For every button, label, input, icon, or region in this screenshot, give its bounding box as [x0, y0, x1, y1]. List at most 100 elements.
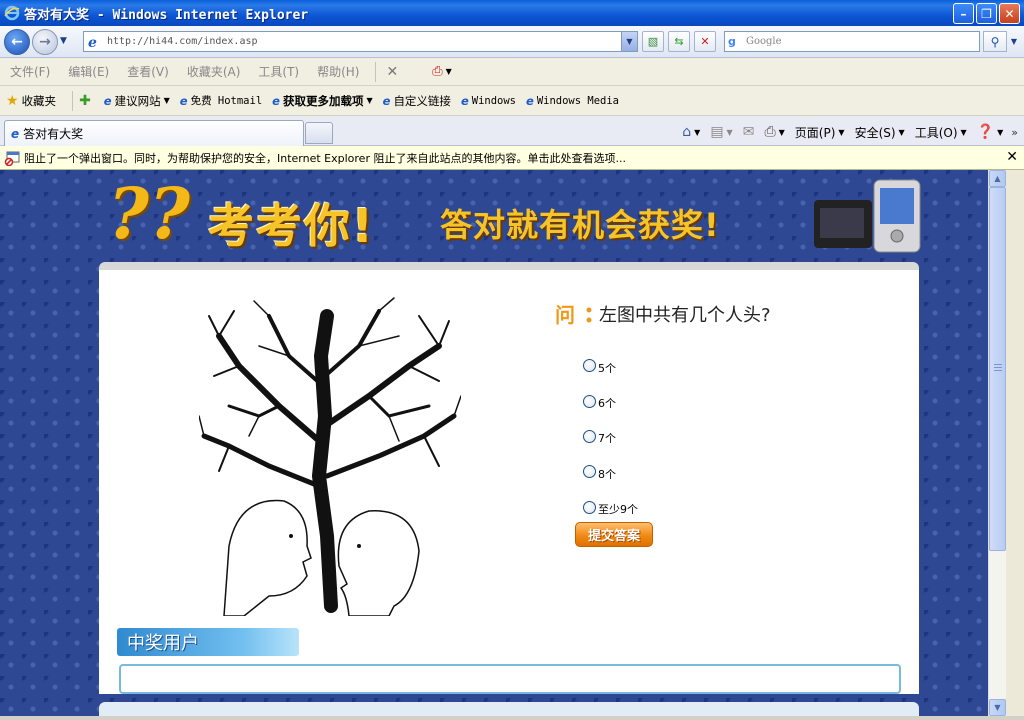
window-title: 答对有大奖 - Windows Internet Explorer	[24, 7, 309, 23]
feeds-button[interactable]: ▤ ▼	[710, 124, 732, 140]
tools-menu[interactable]: 工具(O) ▼	[915, 124, 967, 141]
answer-option[interactable]: 5个	[583, 348, 638, 383]
question: 问 左图中共有几个人头?	[555, 300, 771, 328]
back-button[interactable]: ←	[4, 29, 30, 55]
radio-option-9-plus[interactable]	[583, 500, 596, 514]
pdf-icon[interactable]: ⎙	[432, 64, 442, 79]
google-icon: g	[728, 34, 736, 48]
answer-option[interactable]: 7个	[583, 419, 638, 454]
stop-button[interactable]: ✕	[694, 31, 716, 52]
fav-free-hotmail[interactable]: e 免费 Hotmail	[180, 93, 262, 108]
radio-option-8[interactable]	[583, 465, 596, 479]
magnifier-icon: ⚲	[990, 34, 1000, 49]
recent-pages-dropdown[interactable]: ▼	[60, 36, 67, 46]
radio-option-6[interactable]	[583, 394, 596, 408]
answer-options: 5个 6个 7个 8个 至少9个	[583, 348, 638, 525]
search-options-dropdown[interactable]: ▼	[1008, 31, 1020, 52]
menu-separator	[375, 61, 377, 82]
mail-button[interactable]: ✉	[743, 124, 755, 140]
grip-icon	[994, 364, 1002, 372]
command-bar: ⌂ ▼ ▤ ▼ ✉ ⎙ ▼ 页面(P) ▼ 安全(S) ▼ 工具(O) ▼ ❓ ▼ »	[672, 122, 1018, 142]
printer-icon: ⎙	[764, 124, 776, 140]
ie-page-icon: e	[460, 93, 469, 108]
popup-blocked-icon	[4, 151, 20, 166]
address-url: http://hi44.com/index.asp	[107, 36, 258, 47]
menu-file[interactable]: 文件(F)	[10, 63, 50, 80]
radio-option-7[interactable]	[583, 429, 596, 443]
answer-option[interactable]: 6个	[583, 383, 638, 418]
winners-list	[119, 664, 901, 694]
refresh-button[interactable]: ⇆	[668, 31, 690, 52]
phone-image	[814, 179, 921, 253]
chevron-down-icon: ▼	[778, 127, 785, 137]
scroll-thumb[interactable]	[989, 187, 1006, 551]
search-button[interactable]: ⚲	[983, 31, 1007, 52]
information-bar[interactable]: 阻止了一个弹出窗口。同时，为帮助保护您的安全，Internet Explorer…	[0, 146, 1024, 170]
menu-view[interactable]: 查看(V)	[127, 63, 169, 80]
favorites-bar: ★ 收藏夹 ✚ e 建议网站 ▼ e 免费 Hotmail e 获取更多加载项 …	[0, 86, 1024, 116]
arrow-right-icon: →	[39, 34, 51, 50]
new-tab-button[interactable]	[305, 122, 333, 144]
print-button[interactable]: ⎙ ▼	[764, 124, 784, 140]
ie-logo-icon	[4, 5, 20, 21]
fav-windows-label: Windows	[471, 94, 517, 107]
fav-windows-media[interactable]: e Windows Media	[526, 94, 619, 108]
more-commands-button[interactable]: »	[1011, 126, 1018, 139]
compatibility-view-button[interactable]: ▧	[642, 31, 664, 52]
maximize-button[interactable]: ❐	[976, 3, 997, 24]
ie-page-icon: e	[179, 93, 188, 108]
svg-text:问: 问	[555, 303, 575, 327]
menu-tools[interactable]: 工具(T)	[258, 63, 299, 80]
minimize-button[interactable]: –	[953, 3, 974, 24]
tab-label: 答对有大奖	[23, 127, 84, 141]
address-bar[interactable]: e http://hi44.com/index.asp ▼	[83, 31, 638, 52]
menu-help[interactable]: 帮助(H)	[317, 63, 359, 80]
menu-edit[interactable]: 编辑(E)	[68, 63, 109, 80]
option-label: 7个	[598, 432, 616, 446]
fav-custom-links-label: 自定义链接	[393, 93, 451, 108]
chevron-down-icon: ▼	[997, 127, 1004, 137]
close-info-bar-icon[interactable]: ✕	[1006, 149, 1018, 165]
safety-menu[interactable]: 安全(S) ▼	[855, 124, 905, 141]
arrow-left-icon: ←	[11, 34, 23, 50]
vertical-scrollbar[interactable]: ▲ ▼	[988, 170, 1006, 716]
scroll-up-button[interactable]: ▲	[989, 170, 1006, 187]
quiz-panel: 问 左图中共有几个人头? 5个 6个 7个 8个 至少9个 提交答案 中奖用户	[99, 262, 919, 694]
favorites-button[interactable]: ★ 收藏夹	[6, 93, 56, 109]
forward-button[interactable]: →	[32, 29, 58, 55]
chevron-down-icon: ▼	[726, 127, 733, 137]
add-favorite-button[interactable]: ✚	[79, 93, 94, 109]
tab-active[interactable]: e 答对有大奖	[4, 120, 304, 146]
rss-icon: ▤	[710, 124, 724, 140]
fav-windows[interactable]: e Windows	[461, 94, 516, 108]
submit-answer-button[interactable]: 提交答案	[575, 522, 653, 547]
search-input[interactable]: g Google	[724, 31, 980, 52]
menu-favorites[interactable]: 收藏夹(A)	[187, 63, 241, 80]
radio-option-5[interactable]	[583, 359, 596, 373]
fav-custom-links[interactable]: e 自定义链接	[383, 93, 451, 109]
favorites-label: 收藏夹	[21, 93, 57, 108]
address-toolbar: ← → ▼ e http://hi44.com/index.asp ▼ ▧ ⇆ …	[0, 26, 1024, 58]
pdf-dropdown-icon[interactable]: ▼	[446, 67, 452, 76]
answer-option[interactable]: 8个	[583, 454, 638, 489]
scroll-down-button[interactable]: ▼	[989, 699, 1006, 716]
help-button[interactable]: ❓ ▼	[977, 124, 1004, 140]
page-menu[interactable]: 页面(P) ▼	[795, 124, 845, 141]
option-label: 5个	[598, 361, 616, 375]
tab-bar: e 答对有大奖 ⌂ ▼ ▤ ▼ ✉ ⎙ ▼ 页面(P) ▼ 安全(S) ▼ 工具(O) ▼ …	[0, 116, 1024, 146]
close-menu-icon[interactable]: ✕	[386, 64, 398, 80]
star-icon: ★	[6, 92, 19, 109]
close-button[interactable]: ✕	[999, 3, 1020, 24]
search-placeholder: Google	[746, 36, 782, 47]
fav-suggested-sites[interactable]: e 建议网站 ▼	[104, 93, 170, 109]
home-button[interactable]: ⌂ ▼	[682, 124, 700, 140]
question-text: 左图中共有几个人头?	[599, 305, 771, 326]
address-dropdown[interactable]: ▼	[621, 32, 637, 51]
option-label: 至少9个	[598, 503, 638, 517]
fav-get-addons[interactable]: e 获取更多加载项 ▼	[272, 93, 372, 109]
chevron-down-icon: ▼	[994, 703, 1001, 712]
help-icon: ❓	[976, 124, 995, 140]
title-bar: 答对有大奖 - Windows Internet Explorer – ❐ ✕	[0, 0, 1024, 26]
tools-menu-label: 工具(O)	[914, 125, 958, 140]
answer-option[interactable]: 至少9个	[583, 490, 638, 525]
